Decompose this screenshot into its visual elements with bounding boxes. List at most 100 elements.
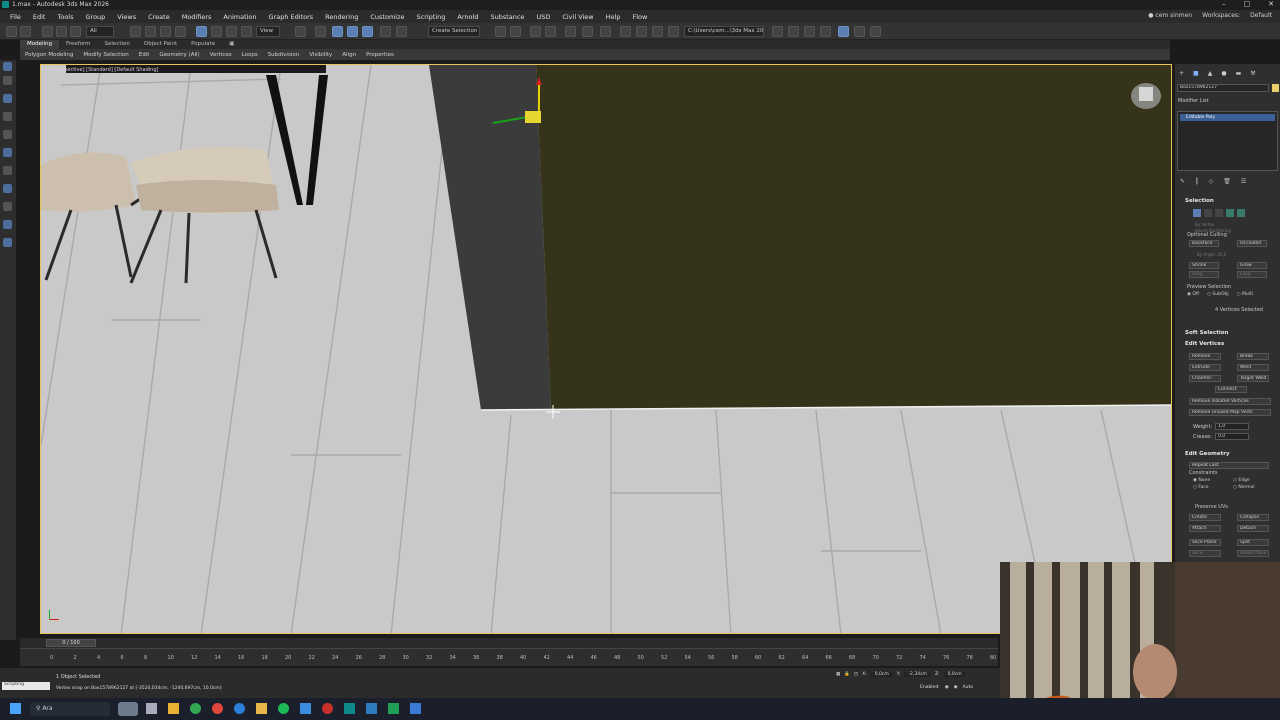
app-icon[interactable]	[322, 703, 333, 714]
close-icon[interactable]: ✕	[1268, 0, 1274, 8]
time-slider[interactable]: 0 / 100	[20, 638, 998, 648]
preview-off-radio[interactable]: ◉ Off	[1187, 292, 1199, 297]
redo-icon[interactable]	[20, 26, 31, 37]
y-field[interactable]: -2,34cm	[904, 672, 931, 677]
border-level-icon[interactable]	[1215, 209, 1223, 217]
wall-front-face[interactable]	[536, 65, 1172, 410]
rendered-frame-window-icon[interactable]	[652, 26, 663, 37]
menu-edit[interactable]: Edit	[27, 13, 52, 21]
menu-help[interactable]: Help	[600, 13, 627, 21]
edit-named-selection-icon[interactable]	[396, 26, 407, 37]
pivot-center-icon[interactable]	[295, 26, 306, 37]
object-color-swatch[interactable]	[1272, 84, 1279, 92]
menu-create[interactable]: Create	[142, 13, 176, 21]
open-folder-icon[interactable]	[788, 26, 799, 37]
windows-start-icon[interactable]	[10, 703, 21, 714]
track-bar[interactable]: 0 2 4 6 8 10 12 14 16 18 20 22 24 26 28 30 32 34 36 38 40 42 4…	[20, 648, 998, 666]
hierarchy-panel-icon[interactable]: ▲	[1208, 70, 1213, 77]
absolute-mode-icon[interactable]: ◰	[854, 672, 858, 677]
remove-modifier-icon[interactable]: 🗑	[1223, 178, 1231, 185]
remove-unused-map-verts-button[interactable]: Remove Unused Map Verts	[1189, 409, 1271, 416]
help-icon[interactable]	[870, 26, 881, 37]
tab-freeform[interactable]: Freeform	[59, 40, 98, 49]
modify-tool-icon[interactable]	[3, 76, 12, 85]
utilities-tool-icon[interactable]	[3, 148, 12, 157]
toggle-ribbon-icon[interactable]	[565, 26, 576, 37]
adaptive-degradation-icon[interactable]: ◉	[945, 685, 949, 690]
window-crossing-icon[interactable]	[175, 26, 186, 37]
constraint-none-radio[interactable]: ◉ None	[1193, 478, 1233, 483]
extrude-button[interactable]: Extrude	[1189, 364, 1221, 371]
render-production-icon[interactable]	[668, 26, 679, 37]
shrink-button[interactable]: Shrink	[1189, 262, 1219, 269]
element-level-icon[interactable]	[1237, 209, 1245, 217]
ribbon-loops[interactable]: Loops	[237, 52, 263, 58]
make-unique-icon[interactable]: ◇	[1209, 178, 1214, 185]
spotify-icon[interactable]	[278, 703, 289, 714]
spinner-snap-icon[interactable]	[380, 26, 391, 37]
telegram-icon[interactable]	[300, 703, 311, 714]
tab-object-paint[interactable]: Object Paint	[137, 40, 184, 49]
layer-explorer-icon[interactable]	[545, 26, 556, 37]
z-field[interactable]: 0,0cm	[943, 672, 966, 677]
3dsmax-taskbar-icon[interactable]	[344, 703, 355, 714]
user-account[interactable]: ● cem sinmen	[1148, 12, 1192, 19]
menu-flow[interactable]: Flow	[626, 13, 653, 21]
split-button[interactable]: Split	[1237, 539, 1269, 546]
menu-customize[interactable]: Customize	[364, 13, 410, 21]
word-icon[interactable]	[410, 703, 421, 714]
percent-snap-icon[interactable]	[362, 26, 373, 37]
ribbon-visibility[interactable]: Visibility	[304, 52, 337, 58]
select-and-scale-icon[interactable]	[226, 26, 237, 37]
reference-coordinate-dropdown[interactable]: View	[256, 26, 280, 37]
undo-icon[interactable]	[6, 26, 17, 37]
time-slider-thumb[interactable]: 0 / 100	[46, 639, 96, 647]
menu-modifiers[interactable]: Modifiers	[176, 13, 218, 21]
remove-isolated-vertices-button[interactable]: Remove Isolated Vertices	[1189, 398, 1271, 405]
viewport-layout-icon[interactable]	[838, 26, 849, 37]
by-angle-value[interactable]: 45,0	[1217, 252, 1226, 257]
rollout-selection-title[interactable]: Selection	[1185, 198, 1214, 204]
create-tool-icon[interactable]	[3, 62, 12, 71]
viewport-scene[interactable]	[41, 65, 1172, 634]
hierarchy-tool-icon[interactable]	[3, 94, 12, 103]
constraint-normal-radio[interactable]: ○ Normal	[1233, 485, 1273, 490]
remove-button[interactable]: Remove	[1189, 353, 1221, 360]
rollout-soft-selection-title[interactable]: Soft Selection	[1185, 330, 1228, 336]
object-name-field[interactable]: Box1578962127	[1177, 84, 1269, 92]
menu-file[interactable]: File	[4, 13, 27, 21]
tab-populate[interactable]: Populate	[184, 40, 222, 49]
task-view-icon[interactable]	[146, 703, 157, 714]
break-button[interactable]: Break	[1237, 353, 1269, 360]
preview-subobj-radio[interactable]: ○ SubObj	[1207, 292, 1229, 297]
tab-selection[interactable]: Selection	[98, 40, 137, 49]
modify-panel-icon[interactable]: ■	[1193, 70, 1199, 77]
weld-button[interactable]: Weld	[1237, 364, 1269, 371]
utilities-panel-icon[interactable]: ⚒	[1250, 70, 1255, 77]
by-vertex-checkbox[interactable]: By Vertex	[1195, 222, 1214, 227]
menu-tools[interactable]: Tools	[51, 13, 79, 21]
ribbon-edit[interactable]: Edit	[134, 52, 155, 58]
menu-arnold[interactable]: Arnold	[451, 13, 484, 21]
loop-button[interactable]: Loop	[1237, 271, 1267, 278]
ribbon-properties[interactable]: Properties	[361, 52, 399, 58]
schematic-view-icon[interactable]	[600, 26, 611, 37]
create-button[interactable]: Create	[1189, 514, 1221, 521]
rollout-edit-geometry-title[interactable]: Edit Geometry	[1185, 451, 1230, 457]
select-by-name-icon[interactable]	[145, 26, 156, 37]
display-tool-icon[interactable]	[3, 130, 12, 139]
modifier-list-dropdown[interactable]: Modifier List	[1178, 98, 1209, 104]
menu-graph-editors[interactable]: Graph Editors	[263, 13, 320, 21]
ribbon-options-icon[interactable]: ▣	[222, 40, 241, 49]
maxscript-listener[interactable]: Scripting	[2, 682, 50, 690]
material-editor-icon[interactable]	[620, 26, 631, 37]
viewcube-face[interactable]	[1139, 87, 1153, 101]
shape-tool-icon[interactable]	[3, 166, 12, 175]
angle-snap-icon[interactable]	[347, 26, 358, 37]
spacewarp-tool-icon[interactable]	[3, 238, 12, 247]
weight-spinner[interactable]: 1,0	[1215, 423, 1249, 430]
align-icon[interactable]	[510, 26, 521, 37]
menu-scripting[interactable]: Scripting	[411, 13, 452, 21]
bind-space-warp-icon[interactable]	[70, 26, 81, 37]
select-and-place-icon[interactable]	[241, 26, 252, 37]
